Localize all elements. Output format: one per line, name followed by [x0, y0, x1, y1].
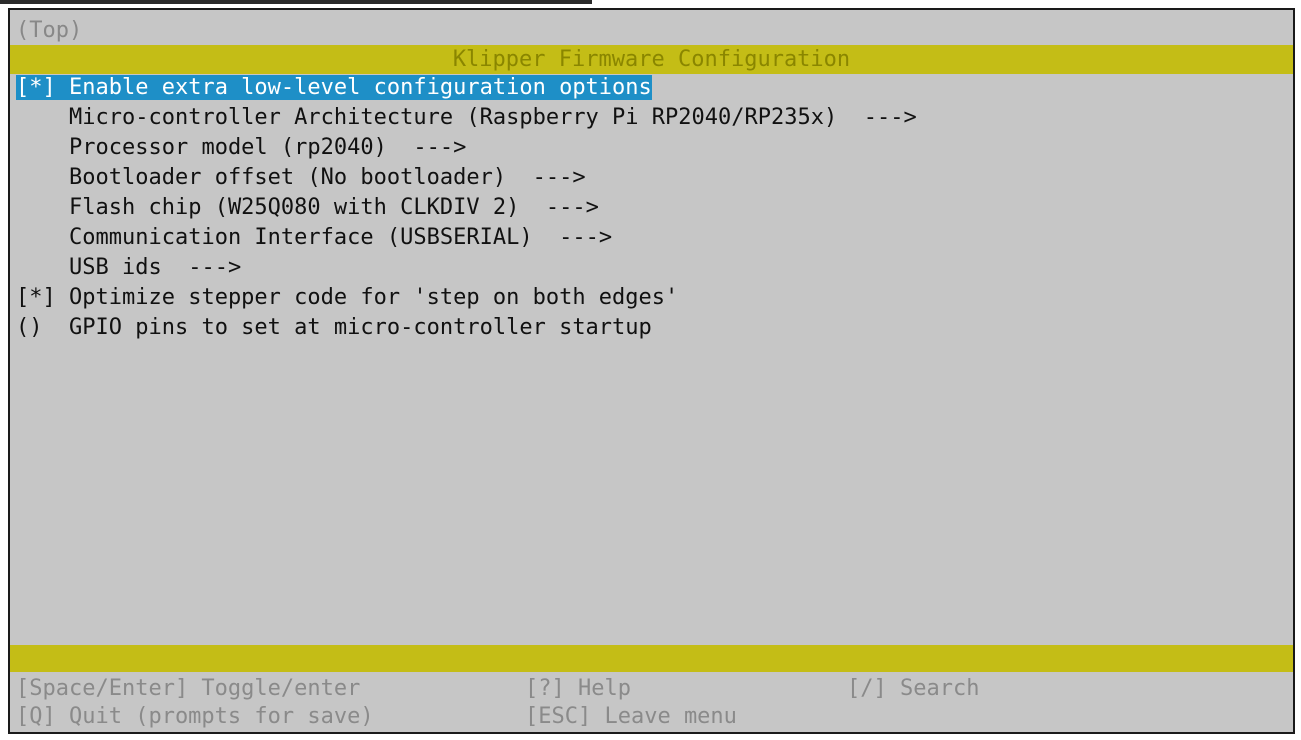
submenu-arrow-icon: --->: [863, 105, 917, 130]
submenu-arrow-icon: --->: [413, 135, 467, 160]
help-help: [?] Help: [525, 676, 631, 701]
menu-item-selected-text: [*] Enable extra low-level configuration…: [16, 75, 652, 100]
window-tab-strip: [0, 0, 592, 4]
checkbox-checked[interactable]: [*]: [16, 285, 56, 310]
menu-item-extra-options[interactable]: [*] Enable extra low-level configuration…: [16, 73, 652, 103]
menu-item-label: Optimize stepper code for 'step on both …: [69, 285, 679, 310]
help-quit: [Q] Quit (prompts for save): [16, 704, 374, 729]
menu-item-label: GPIO pins to set at micro-controller sta…: [69, 315, 652, 340]
menu-item-processor-model[interactable]: Processor model (rp2040) --->: [16, 133, 466, 163]
menu-item-prefix: [16, 105, 56, 130]
menu-item-label: Bootloader offset (No bootloader): [69, 165, 507, 190]
menu-item-usb-ids[interactable]: USB ids --->: [16, 253, 241, 283]
menu-item-flash-chip[interactable]: Flash chip (W25Q080 with CLKDIV 2) --->: [16, 193, 599, 223]
help-search: [/] Search: [847, 676, 980, 701]
menu-item-prefix: [16, 135, 56, 160]
menu-item-gpio-pins[interactable]: () GPIO pins to set at micro-controller …: [16, 313, 652, 343]
menu-item-architecture[interactable]: Micro-controller Architecture (Raspberry…: [16, 103, 917, 133]
menu-item-label: USB ids: [69, 255, 162, 280]
submenu-arrow-icon: --->: [545, 195, 599, 220]
menu-item-label: Micro-controller Architecture (Raspberry…: [69, 105, 838, 130]
menu-item-prefix: [16, 255, 56, 280]
menuconfig-terminal: (Top) Klipper Firmware Configuration [*]…: [8, 8, 1295, 734]
breadcrumb: (Top): [16, 18, 83, 43]
menu-item-label: Flash chip (W25Q080 with CLKDIV 2): [69, 195, 520, 220]
menu-item-prefix: [16, 165, 56, 190]
menu-item-optimize-stepper[interactable]: [*] Optimize stepper code for 'step on b…: [16, 283, 678, 313]
menu-item-communication-interface[interactable]: Communication Interface (USBSERIAL) --->: [16, 223, 612, 253]
menu-item-prefix: [16, 195, 56, 220]
help-toggle: [Space/Enter] Toggle/enter: [16, 676, 361, 701]
submenu-arrow-icon: --->: [559, 225, 613, 250]
menu-item-prefix: [16, 225, 56, 250]
window-top-chrome: [0, 0, 1301, 8]
bottom-status-bar: [10, 645, 1293, 672]
submenu-arrow-icon: --->: [188, 255, 242, 280]
help-leave: [ESC] Leave menu: [525, 704, 737, 729]
menu-item-bootloader-offset[interactable]: Bootloader offset (No bootloader) --->: [16, 163, 586, 193]
menu-item-label: Processor model (rp2040): [69, 135, 387, 160]
menu-item-label: Communication Interface (USBSERIAL): [69, 225, 533, 250]
string-value-field[interactable]: (): [16, 315, 56, 340]
submenu-arrow-icon: --->: [532, 165, 586, 190]
checkbox-checked[interactable]: [*]: [16, 75, 56, 100]
page-title: Klipper Firmware Configuration: [10, 45, 1293, 74]
